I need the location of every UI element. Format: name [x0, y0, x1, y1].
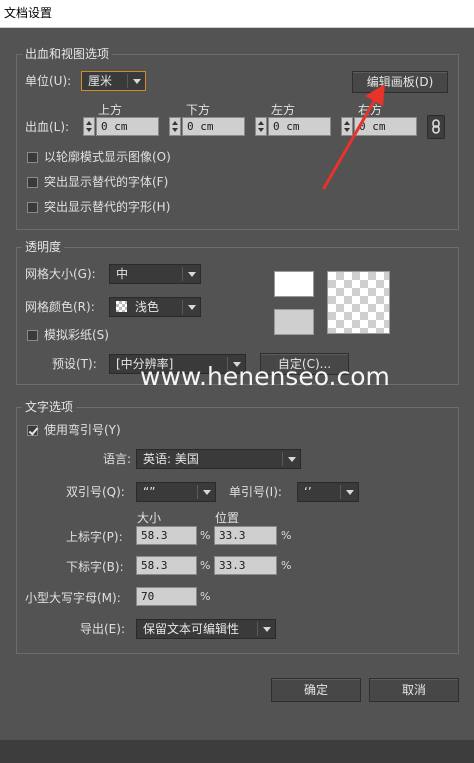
- export-value: 保留文本可编辑性: [143, 622, 240, 636]
- grid-color-swatch-icon: [116, 301, 127, 312]
- bleed-left-header: 左方: [271, 103, 296, 117]
- bleed-bottom-input[interactable]: 0 cm: [182, 117, 245, 136]
- small-caps-input[interactable]: 70: [136, 587, 197, 606]
- single-quotes-dropdown[interactable]: ‘’: [297, 482, 359, 502]
- chevron-down-icon: [288, 457, 296, 462]
- bleed-top-header: 上方: [98, 103, 123, 117]
- units-value: 厘米: [88, 74, 113, 88]
- export-dropdown[interactable]: 保留文本可编辑性: [136, 619, 276, 639]
- single-quotes-value: ‘’: [304, 485, 312, 499]
- single-quotes-label: 单引号(I):: [229, 485, 282, 499]
- outline-mode-label: 以轮廓模式显示图像(O): [44, 150, 171, 164]
- grid-color-dropdown[interactable]: 浅色: [109, 297, 201, 317]
- grid-color-label: 网格颜色(R):: [25, 300, 95, 314]
- double-quotes-label: 双引号(Q):: [66, 485, 125, 499]
- export-label: 导出(E):: [80, 622, 125, 636]
- outline-mode-checkbox[interactable]: [27, 152, 38, 163]
- percent-symbol: %: [281, 529, 292, 542]
- substituted-fonts-checkbox[interactable]: [27, 177, 38, 188]
- size-header: 大小: [137, 511, 162, 525]
- grid-size-dropdown[interactable]: 中: [109, 264, 201, 284]
- link-bleed-button[interactable]: [427, 115, 445, 139]
- chevron-down-icon: [188, 272, 196, 277]
- simulate-paper-checkbox[interactable]: [27, 330, 38, 341]
- position-header: 位置: [215, 511, 240, 525]
- preset-label: 预设(T):: [52, 357, 97, 371]
- substituted-glyphs-label: 突出显示替代的字形(H): [44, 200, 171, 214]
- substituted-glyphs-checkbox[interactable]: [27, 202, 38, 213]
- chevron-down-icon: [133, 79, 141, 84]
- arrow-down-icon: [258, 128, 264, 132]
- double-quotes-value: “”: [143, 485, 156, 499]
- double-quotes-dropdown[interactable]: “”: [136, 482, 216, 502]
- bleed-top-stepper[interactable]: [83, 117, 95, 136]
- superscript-label: 上标字(P):: [66, 530, 123, 544]
- units-dropdown[interactable]: 厘米: [81, 71, 146, 91]
- bleed-view-group-title: 出血和视图选项: [22, 47, 113, 61]
- subscript-position-input[interactable]: 33.3: [214, 556, 277, 575]
- chevron-down-icon: [203, 490, 211, 495]
- chain-link-icon: [432, 119, 440, 134]
- paper-color-swatch[interactable]: [274, 271, 314, 297]
- simulate-paper-label: 模拟彩纸(S): [44, 328, 109, 342]
- type-options-group-title: 文字选项: [22, 400, 77, 414]
- window-title: 文档设置: [0, 0, 474, 28]
- subscript-label: 下标字(B):: [66, 560, 124, 574]
- arrow-up-icon: [258, 121, 264, 125]
- bleed-top-input[interactable]: 0 cm: [96, 117, 159, 136]
- grid-color-swatch[interactable]: [274, 309, 314, 335]
- dialog-bottom-edge: [0, 740, 474, 763]
- subscript-size-input[interactable]: 58.3: [136, 556, 197, 575]
- small-caps-label: 小型大写字母(M):: [25, 591, 121, 605]
- cancel-button[interactable]: 取消: [369, 678, 459, 702]
- percent-symbol: %: [200, 529, 211, 542]
- bleed-label: 出血(L):: [25, 120, 70, 134]
- arrow-up-icon: [86, 121, 92, 125]
- arrow-down-icon: [172, 128, 178, 132]
- substituted-fonts-label: 突出显示替代的字体(F): [44, 175, 169, 189]
- language-value: 英语: 美国: [143, 452, 199, 466]
- chevron-down-icon: [188, 305, 196, 310]
- chevron-down-icon: [346, 490, 354, 495]
- percent-symbol: %: [200, 590, 211, 603]
- percent-symbol: %: [281, 559, 292, 572]
- superscript-size-input[interactable]: 58.3: [136, 526, 197, 545]
- use-quotes-label: 使用弯引号(Y): [44, 423, 121, 437]
- use-quotes-checkbox[interactable]: [27, 425, 38, 436]
- language-label: 语言:: [103, 452, 132, 466]
- ok-button[interactable]: 确定: [271, 678, 361, 702]
- bleed-left-stepper[interactable]: [255, 117, 267, 136]
- superscript-position-input[interactable]: 33.3: [214, 526, 277, 545]
- grid-size-value: 中: [116, 267, 129, 281]
- watermark-text: www.henenseo.com: [140, 362, 390, 391]
- transparency-group-title: 透明度: [22, 240, 65, 254]
- percent-symbol: %: [200, 559, 211, 572]
- annotation-arrow-icon: [322, 84, 385, 190]
- bleed-bottom-header: 下方: [186, 103, 211, 117]
- grid-size-label: 网格大小(G):: [25, 267, 96, 281]
- chevron-down-icon: [263, 627, 271, 632]
- grid-color-value: 浅色: [135, 300, 160, 314]
- arrow-up-icon: [172, 121, 178, 125]
- bleed-bottom-stepper[interactable]: [169, 117, 181, 136]
- arrow-down-icon: [86, 128, 92, 132]
- transparency-grid-preview: [327, 271, 390, 334]
- language-dropdown[interactable]: 英语: 美国: [136, 449, 301, 469]
- units-label: 单位(U):: [25, 74, 72, 88]
